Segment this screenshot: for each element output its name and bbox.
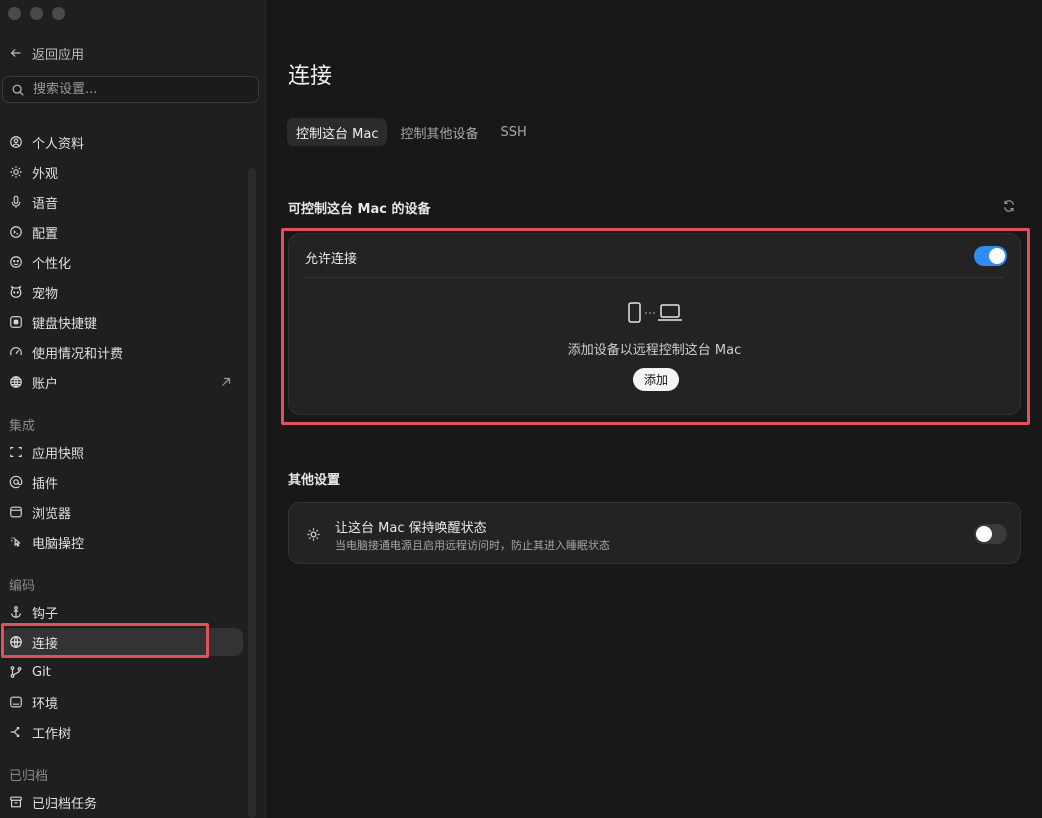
tab-control-other-devices[interactable]: 控制其他设备: [391, 118, 487, 146]
sun-icon: [307, 528, 320, 541]
sidebar-item-label: 外观: [32, 166, 59, 182]
toggle-knob: [976, 526, 992, 542]
window-controls: [8, 7, 65, 20]
page-title: 连接: [288, 64, 333, 89]
sidebar-item-worktree[interactable]: 工作树: [2, 718, 243, 746]
sidebar-item-label: 个性化: [32, 256, 72, 272]
sidebar-item-label: 宠物: [32, 286, 59, 302]
account-icon: [10, 376, 22, 388]
keep-awake-toggle[interactable]: [974, 524, 1007, 544]
sidebar-item-git[interactable]: Git: [2, 658, 243, 686]
sidebar-item-label: 个人资料: [32, 136, 85, 152]
back-to-app-link[interactable]: 返回应用: [9, 43, 84, 63]
sidebar-item-label: 电脑操控: [32, 536, 85, 552]
sidebar-item-personalize[interactable]: 个性化: [2, 248, 243, 276]
sidebar-item-label: 应用快照: [32, 446, 85, 462]
sidebar: 返回应用 个人资料 外观 语音 配置 个性化 宠物: [0, 0, 266, 818]
add-device-button[interactable]: 添加: [633, 368, 679, 391]
sidebar-item-label: 键盘快捷键: [32, 316, 98, 332]
toggle-knob: [989, 248, 1005, 264]
divider: [305, 277, 1004, 278]
keep-awake-card: 让这台 Mac 保持唤醒状态 当电脑接通电源且启用远程访问时，防止其进入睡眠状态: [288, 502, 1021, 564]
profile-icon: [10, 136, 22, 148]
sidebar-scrollbar[interactable]: [248, 168, 256, 818]
external-link-icon: [222, 377, 231, 386]
back-label: 返回应用: [32, 47, 85, 63]
sidebar-item-config[interactable]: 配置: [2, 218, 243, 246]
sidebar-item-label: 语音: [32, 196, 59, 212]
allow-connections-toggle[interactable]: [974, 246, 1007, 266]
minimize-window-button[interactable]: [30, 7, 43, 20]
section-label-coding: 编码: [9, 579, 36, 594]
sidebar-item-profile[interactable]: 个人资料: [2, 128, 243, 156]
personalize-icon: [10, 256, 22, 268]
environment-icon: [10, 696, 22, 708]
sidebar-item-label: 插件: [32, 476, 59, 492]
globe-icon: [10, 636, 22, 648]
section-label-integrations: 集成: [9, 419, 36, 434]
sidebar-item-voice[interactable]: 语音: [2, 188, 243, 216]
sidebar-item-label: Git: [32, 664, 51, 680]
sidebar-item-hooks[interactable]: 钩子: [2, 598, 243, 626]
pet-icon: [10, 285, 22, 298]
main-content: 连接 控制这台 Mac 控制其他设备 SSH 可控制这台 Mac 的设备 允许连…: [267, 0, 1042, 818]
sidebar-item-appearance[interactable]: 外观: [2, 158, 243, 186]
sidebar-item-label: 配置: [32, 226, 59, 242]
git-branch-icon: [10, 666, 22, 678]
sidebar-item-plugins[interactable]: 插件: [2, 468, 243, 496]
computer-control-icon: [11, 537, 21, 547]
sidebar-item-environment[interactable]: 环境: [2, 688, 243, 716]
tab-bar: 控制这台 Mac 控制其他设备 SSH: [287, 118, 536, 146]
sidebar-item-label: 使用情况和计费: [32, 346, 124, 362]
appearance-icon: [10, 166, 22, 178]
config-icon: [10, 226, 22, 238]
sidebar-item-browser[interactable]: 浏览器: [2, 498, 243, 526]
keyboard-icon: [10, 316, 22, 328]
worktree-icon: [10, 727, 20, 737]
anchor-icon: [11, 606, 21, 618]
snapshot-icon: [10, 447, 22, 457]
tab-control-this-mac[interactable]: 控制这台 Mac: [287, 118, 388, 146]
section-label-archived: 已归档: [9, 769, 49, 784]
other-settings-title: 其他设置: [288, 473, 341, 488]
sidebar-item-account[interactable]: 账户: [2, 368, 243, 396]
allow-connections-card: 允许连接 添加设备以远程控制这台 Mac 添加: [288, 233, 1021, 415]
sidebar-item-label: 钩子: [32, 606, 59, 622]
keep-awake-title: 让这台 Mac 保持唤醒状态: [335, 521, 487, 536]
sidebar-item-label: 浏览器: [32, 506, 72, 522]
sidebar-item-label: 已归档任务: [32, 796, 98, 812]
devices-section-title: 可控制这台 Mac 的设备: [288, 202, 431, 217]
sidebar-item-usage[interactable]: 使用情况和计费: [2, 338, 243, 366]
refresh-icon[interactable]: [1002, 199, 1016, 213]
sidebar-item-computer-control[interactable]: 电脑操控: [2, 528, 243, 556]
zoom-window-button[interactable]: [52, 7, 65, 20]
keep-awake-description: 当电脑接通电源且启用远程访问时，防止其进入睡眠状态: [335, 539, 610, 552]
microphone-icon: [11, 195, 21, 208]
sidebar-item-keyboard[interactable]: 键盘快捷键: [2, 308, 243, 336]
sidebar-item-connections[interactable]: 连接: [2, 628, 243, 656]
phone-laptop-icon: [628, 302, 682, 323]
empty-devices-text: 添加设备以远程控制这台 Mac: [567, 343, 742, 358]
sidebar-item-archived-tasks[interactable]: 已归档任务: [2, 788, 243, 816]
gauge-icon: [10, 347, 22, 356]
sidebar-item-pet[interactable]: 宠物: [2, 278, 243, 306]
sidebar-item-label: 连接: [32, 636, 59, 652]
sidebar-item-label: 账户: [32, 376, 59, 392]
browser-icon: [10, 506, 22, 518]
search-box[interactable]: [2, 76, 259, 103]
tab-ssh[interactable]: SSH: [491, 118, 535, 146]
sidebar-item-label: 工作树: [32, 726, 72, 742]
allow-connections-label: 允许连接: [305, 252, 358, 267]
search-icon: [12, 84, 24, 96]
sidebar-item-app-snapshot[interactable]: 应用快照: [2, 438, 243, 466]
search-input[interactable]: [33, 82, 233, 97]
close-window-button[interactable]: [8, 7, 21, 20]
arrow-left-icon: [10, 49, 21, 57]
at-icon: [9, 475, 23, 489]
archive-icon: [10, 796, 22, 808]
sidebar-item-label: 环境: [32, 696, 59, 712]
